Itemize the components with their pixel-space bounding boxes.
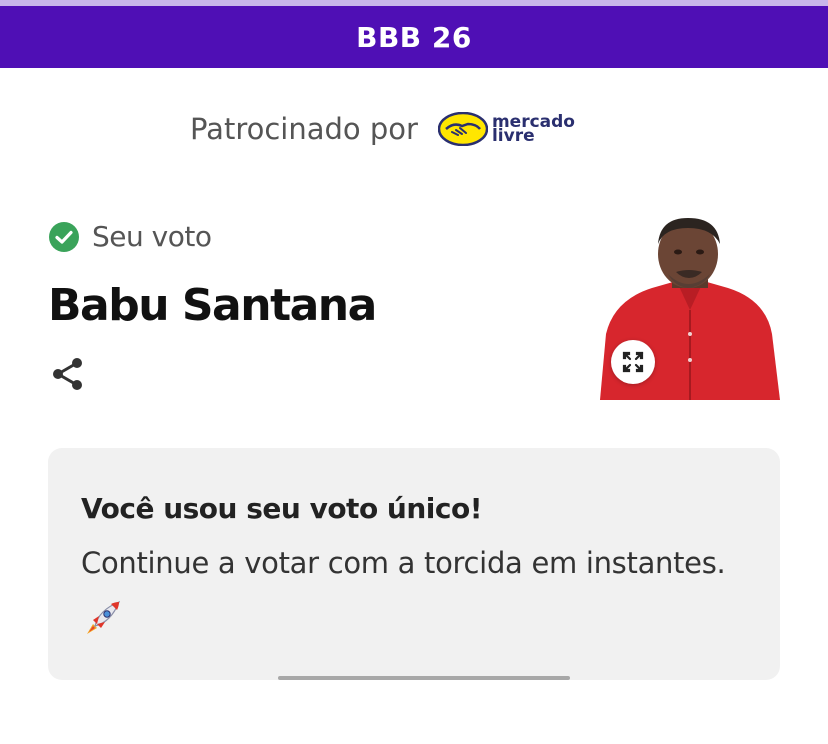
sponsor-bar: Patrocinado por mercado livre [190, 104, 575, 154]
card-body: Continue a votar com a torcida em instan… [81, 546, 726, 580]
candidate-name: Babu Santana [48, 280, 377, 331]
rocket-emoji [87, 600, 121, 634]
page-header: BBB 26 [0, 6, 828, 68]
card-title: Você usou seu voto único! [81, 492, 483, 525]
vote-status-label: Seu voto [92, 220, 212, 253]
expand-photo-button[interactable] [611, 340, 655, 384]
vote-status: Seu voto [48, 220, 212, 253]
rocket-icon [81, 598, 123, 644]
handshake-logo-icon [437, 112, 488, 146]
page-title: BBB 26 [356, 20, 472, 54]
mercado-livre-wordmark: mercado livre [491, 114, 575, 146]
check-circle-icon [49, 221, 79, 252]
share-icon [53, 358, 82, 390]
wordmark-line-2: livre [491, 126, 535, 146]
mercado-livre-logo[interactable]: mercado livre [437, 112, 575, 146]
home-indicator [278, 676, 570, 680]
expand-icon [622, 351, 644, 373]
vote-info-card: Você usou seu voto único! Continue a vot… [48, 448, 780, 680]
sponsor-label: Patrocinado por [190, 112, 418, 146]
share-button[interactable] [50, 356, 86, 396]
